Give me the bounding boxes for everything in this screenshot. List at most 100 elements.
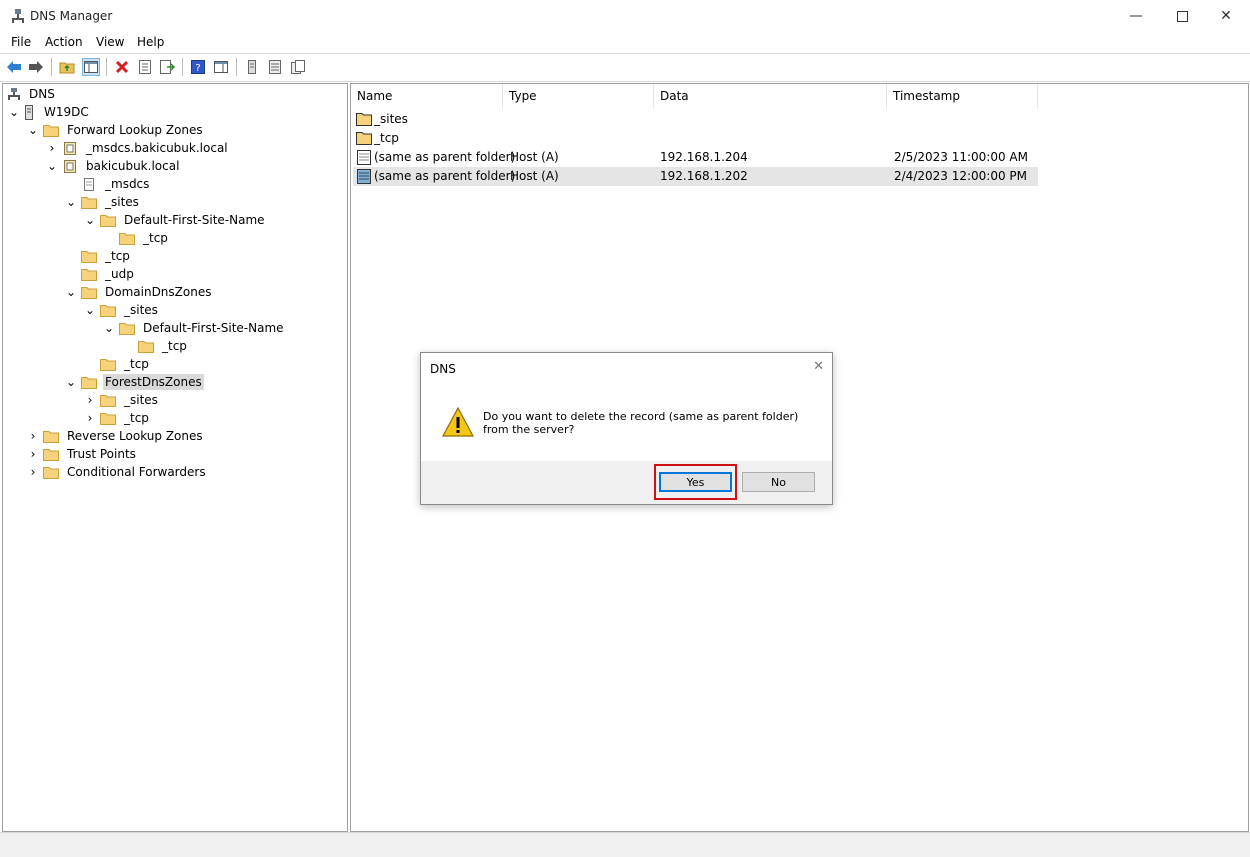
tree-label-default-site: Default-First-Site-Name (124, 213, 265, 227)
copy-records-button[interactable] (289, 58, 307, 76)
chevron-down-icon[interactable]: ⌄ (46, 159, 58, 173)
list-button[interactable] (266, 58, 284, 76)
column-header-type[interactable]: Type (503, 84, 654, 108)
column-header-data[interactable]: Data (654, 84, 887, 108)
chevron-right-icon[interactable]: › (27, 447, 39, 461)
action-pane-icon (214, 61, 228, 73)
folder-icon (138, 340, 154, 353)
tree-node-domain-default-site[interactable]: ⌄ Default-First-Site-Name (103, 319, 286, 337)
tree-node-domain-default-site-tcp[interactable]: _tcp (138, 337, 189, 355)
table-row[interactable]: _sites (353, 110, 1038, 129)
folder-icon (43, 430, 59, 443)
tree-node-trust-points[interactable]: › Trust Points (27, 445, 138, 463)
tree-node-zone-sites[interactable]: ⌄ _sites (65, 193, 141, 211)
yes-button[interactable]: Yes (659, 472, 732, 492)
folder-icon (81, 250, 97, 263)
cell-name: (same as parent folder) (374, 169, 516, 183)
export-list-button[interactable] (159, 58, 177, 76)
tree-node-msdcs-zone[interactable]: › _msdcs.bakicubuk.local (46, 139, 230, 157)
chevron-down-icon[interactable]: ⌄ (103, 321, 115, 335)
chevron-down-icon[interactable]: ⌄ (65, 195, 77, 209)
tree-node-domain-sites[interactable]: ⌄ _sites (84, 301, 160, 319)
tree-label-server: W19DC (44, 105, 89, 119)
tree-node-domain-tcp[interactable]: _tcp (100, 355, 151, 373)
record-icon (357, 150, 371, 165)
forward-button[interactable] (27, 58, 45, 76)
tree-node-zone-tcp[interactable]: _tcp (81, 247, 132, 265)
tree-node-msdcs[interactable]: _msdcs (81, 175, 151, 193)
menu-view[interactable]: View (96, 35, 124, 49)
delete-x-icon (115, 60, 129, 74)
tree-label-trust-points: Trust Points (67, 447, 136, 461)
tree-label-zone: bakicubuk.local (86, 159, 180, 173)
column-header-label: Timestamp (893, 89, 960, 103)
toolbar: ? (0, 53, 1250, 82)
tree-node-default-site-tcp[interactable]: _tcp (119, 229, 170, 247)
menu-file[interactable]: File (11, 35, 31, 49)
tree-node-domain-dns-zones[interactable]: ⌄ DomainDnsZones (65, 283, 213, 301)
table-row[interactable]: _tcp (353, 129, 1038, 148)
server-button[interactable] (243, 58, 261, 76)
column-header-label: Type (509, 89, 537, 103)
chevron-down-icon[interactable]: ⌄ (27, 123, 39, 137)
menu-action[interactable]: Action (45, 35, 83, 49)
back-button[interactable] (5, 58, 23, 76)
folder-icon (119, 322, 135, 335)
tree-node-w19dc[interactable]: ⌄ W19DC (8, 103, 91, 121)
cell-name: _sites (374, 112, 408, 126)
properties-button[interactable] (136, 58, 154, 76)
chevron-down-icon[interactable]: ⌄ (8, 105, 20, 119)
list-icon (269, 60, 281, 74)
chevron-down-icon[interactable]: ⌄ (84, 303, 96, 317)
close-button[interactable]: ✕ (1203, 0, 1249, 32)
folder-up-icon (59, 62, 75, 74)
chevron-down-icon[interactable]: ⌄ (65, 285, 77, 299)
tree-node-dns[interactable]: DNS (7, 85, 57, 103)
minimize-icon: — (1129, 8, 1143, 24)
table-row[interactable]: (same as parent folder) Host (A) 192.168… (353, 148, 1038, 167)
column-header-label: Name (357, 89, 393, 103)
tree-node-forest-tcp[interactable]: › _tcp (84, 409, 151, 427)
chevron-down-icon[interactable]: ⌄ (84, 213, 96, 227)
close-icon: ✕ (1220, 8, 1232, 24)
tree-label-udp: _udp (105, 267, 134, 281)
chevron-right-icon[interactable]: › (84, 393, 96, 407)
table-row-selected[interactable]: (same as parent folder) Host (A) 192.168… (353, 167, 1038, 186)
cell-data: 192.168.1.204 (660, 150, 748, 164)
column-header-name[interactable]: Name (351, 84, 503, 108)
dialog-close-icon[interactable]: ✕ (813, 359, 824, 374)
up-level-button[interactable] (58, 58, 76, 76)
tree-node-forward-lookup-zones[interactable]: ⌄ Forward Lookup Zones (27, 121, 205, 139)
chevron-right-icon[interactable]: › (27, 429, 39, 443)
no-button[interactable]: No (742, 472, 815, 492)
maximize-button[interactable] (1159, 0, 1205, 32)
column-header-timestamp[interactable]: Timestamp (887, 84, 1038, 108)
chevron-down-icon[interactable]: ⌄ (65, 375, 77, 389)
tree-node-zone-udp[interactable]: _udp (81, 265, 136, 283)
delete-button[interactable] (113, 58, 131, 76)
chevron-right-icon[interactable]: › (84, 411, 96, 425)
tree-node-conditional-forwarders[interactable]: › Conditional Forwarders (27, 463, 208, 481)
folder-icon (81, 376, 97, 389)
tree-node-zone[interactable]: ⌄ bakicubuk.local (46, 157, 181, 175)
export-icon (160, 60, 176, 74)
cell-type: Host (A) (510, 169, 559, 183)
tree-label-msdcs: _msdcs (105, 177, 150, 191)
dns-manager-icon (12, 9, 24, 23)
tree-node-forest-dns-zones[interactable]: ⌄ ForestDnsZones (65, 373, 204, 391)
minimize-button[interactable]: — (1113, 0, 1159, 32)
menu-help[interactable]: Help (137, 35, 164, 49)
chevron-right-icon[interactable]: › (27, 465, 39, 479)
column-header-label: Data (660, 89, 689, 103)
tree-node-reverse-lookup-zones[interactable]: › Reverse Lookup Zones (27, 427, 205, 445)
tree-label-msdcs-zone: _msdcs.bakicubuk.local (86, 141, 228, 155)
tree-node-default-site[interactable]: ⌄ Default-First-Site-Name (84, 211, 267, 229)
show-action-pane-button[interactable] (212, 58, 230, 76)
chevron-right-icon[interactable]: › (46, 141, 58, 155)
folder-icon (81, 268, 97, 281)
folder-icon (100, 304, 116, 317)
tree-node-forest-sites[interactable]: › _sites (84, 391, 160, 409)
show-hide-console-tree-button[interactable] (82, 58, 100, 76)
help-button[interactable]: ? (189, 58, 207, 76)
title-bar: DNS Manager — ✕ (0, 0, 1250, 32)
